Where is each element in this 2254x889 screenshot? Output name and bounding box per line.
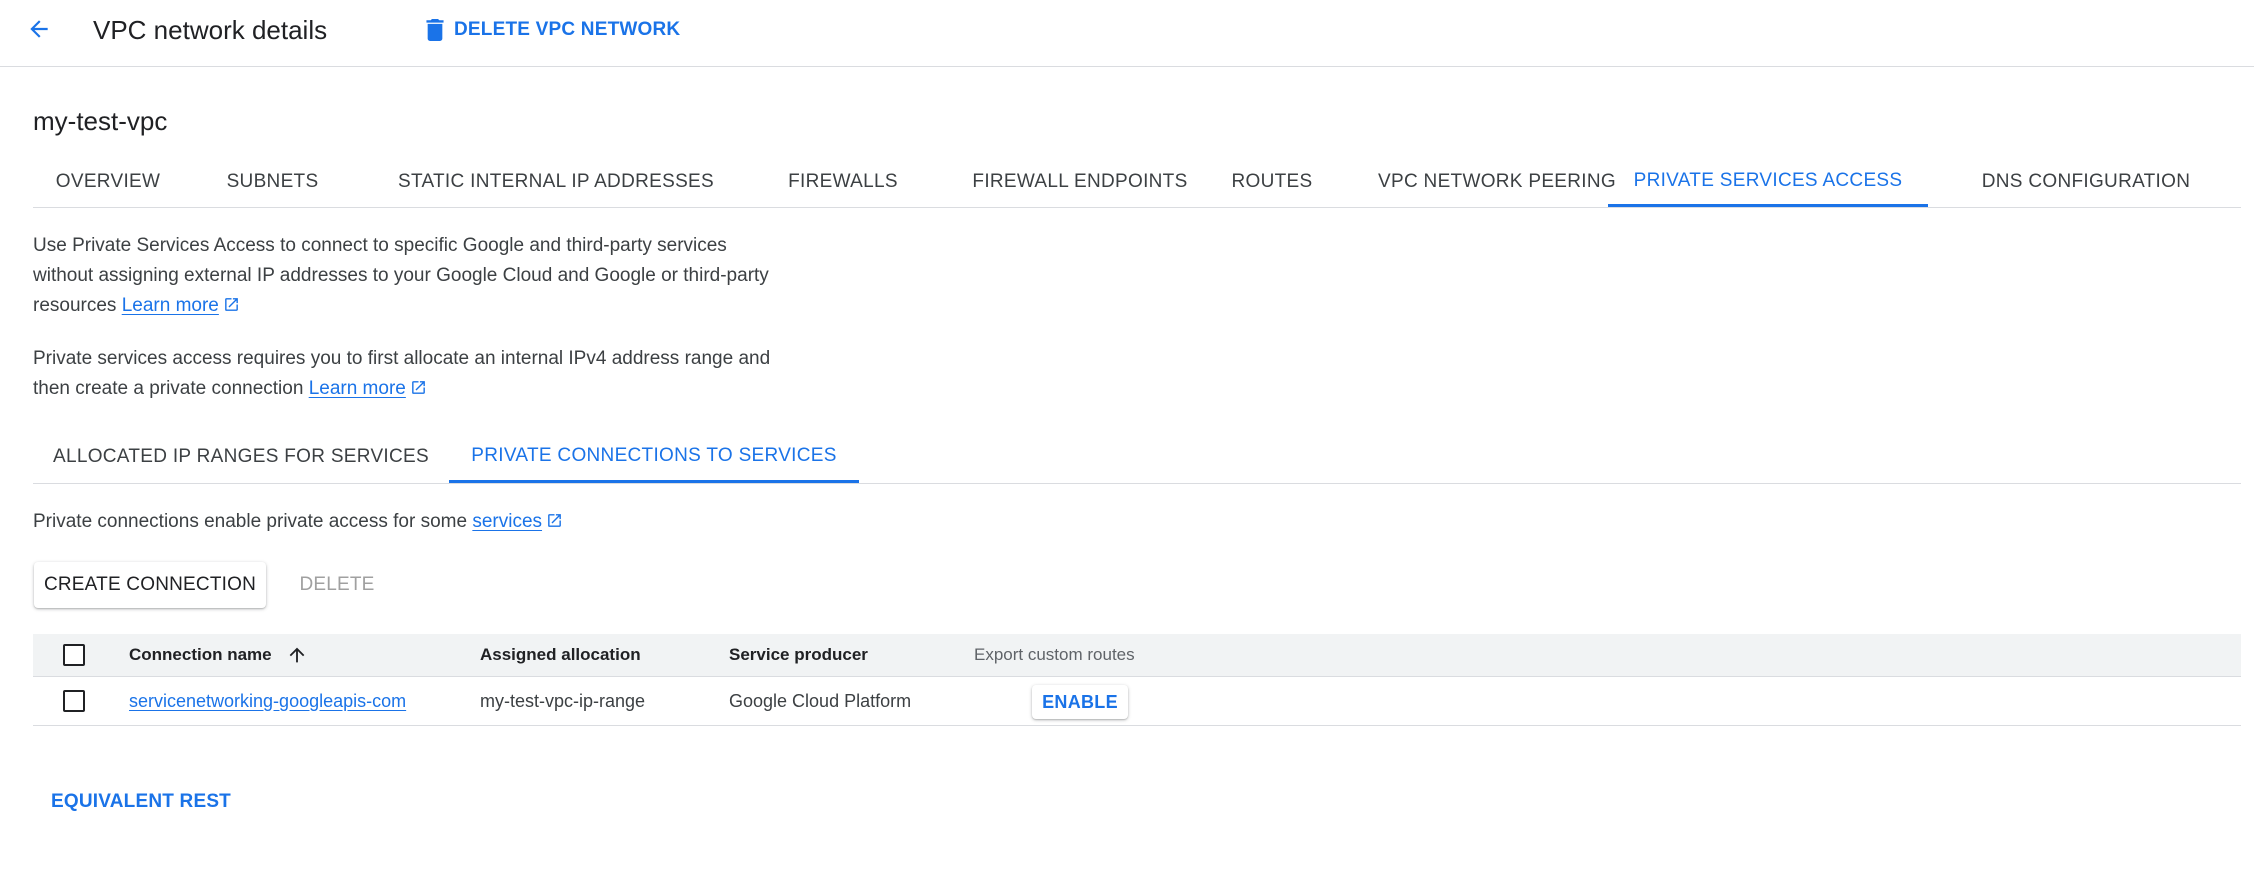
requirement-line-2-text: then create a private connection [33, 378, 304, 399]
connection-name-cell: servicenetworking-googleapis-com [129, 677, 406, 725]
tab-dns-configuration[interactable]: DNS CONFIGURATION [1936, 157, 2236, 207]
arrow-up-icon [289, 647, 304, 663]
network-name: my-test-vpc [33, 106, 168, 136]
intro-line-3-text: resources [33, 295, 117, 316]
connection-name-link[interactable]: servicenetworking-googleapis-com [129, 691, 406, 712]
services-link[interactable]: services [472, 511, 542, 532]
intro-description: Use Private Services Access to connect t… [33, 231, 853, 321]
requirement-line-1: Private services access requires you to … [33, 348, 771, 369]
enable-export-routes-button[interactable]: ENABLE [1032, 685, 1128, 719]
column-header-service-producer: Service producer [729, 645, 868, 664]
row-select-cell [63, 677, 85, 725]
service-producer-cell: Google Cloud Platform [729, 690, 912, 711]
tab-overview[interactable]: OVERVIEW [33, 157, 183, 207]
tab-private-services-access[interactable]: PRIVATE SERVICES ACCESS [1608, 157, 1928, 207]
learn-more-label: Learn more [308, 378, 406, 399]
back-button[interactable] [24, 14, 54, 44]
trash-icon [426, 19, 444, 41]
column-header-assigned-allocation: Assigned allocation [480, 645, 641, 664]
tab-static-internal-ip-addresses[interactable]: STATIC INTERNAL IP ADDRESSES [368, 157, 744, 207]
page-title: VPC network details [93, 15, 328, 45]
external-link-icon [225, 298, 238, 311]
row-checkbox[interactable] [63, 690, 85, 712]
requirement-description: Private services access requires you to … [33, 344, 853, 404]
equivalent-rest-button[interactable]: EQUIVALENT REST [51, 791, 231, 813]
assigned-allocation-cell: my-test-vpc-ip-range [480, 690, 646, 711]
main-tab-bar: OVERVIEW SUBNETS STATIC INTERNAL IP ADDR… [33, 157, 2241, 208]
table-row: servicenetworking-googleapis-com my-test… [33, 677, 2241, 726]
learn-more-link[interactable]: Learn more [122, 295, 219, 316]
requirement-line-2: then create a private connection Learn m… [33, 374, 853, 404]
learn-more-link[interactable]: Learn more [309, 378, 406, 399]
tab-firewall-endpoints[interactable]: FIREWALL ENDPOINTS [930, 157, 1230, 207]
intro-line-1: Use Private Services Access to connect t… [33, 235, 727, 256]
external-link-icon [411, 381, 425, 394]
tab-allocated-ip-ranges[interactable]: ALLOCATED IP RANGES FOR SERVICES [33, 431, 449, 483]
table-header: Connection name Assigned allocation Serv… [33, 634, 2241, 677]
delete-vpc-network-label: DELETE VPC NETWORK [454, 19, 681, 40]
connections-note: Private connections enable private acces… [33, 507, 853, 537]
tab-subnets[interactable]: SUBNETS [201, 157, 344, 207]
page-header [0, 0, 2254, 67]
select-all-cell [63, 634, 85, 676]
intro-line-3: resources Learn more [33, 291, 853, 321]
sub-tab-bar: ALLOCATED IP RANGES FOR SERVICES PRIVATE… [33, 431, 2241, 484]
arrow-back-icon [30, 20, 48, 38]
create-connection-button[interactable]: CREATE CONNECTION [34, 562, 266, 608]
column-header-connection-name[interactable]: Connection name [129, 634, 308, 676]
learn-more-label: Learn more [121, 295, 219, 316]
external-link-icon [548, 514, 561, 527]
intro-line-2: without assigning external IP addresses … [33, 265, 769, 286]
column-header-label: Connection name [129, 645, 272, 664]
delete-button: DELETE [299, 574, 375, 595]
connections-table: Connection name Assigned allocation Serv… [33, 634, 2241, 726]
connections-note-text: Private connections enable private acces… [33, 511, 468, 532]
tab-routes[interactable]: ROUTES [1199, 157, 1345, 207]
column-header-export-custom-routes: Export custom routes [974, 645, 1135, 664]
services-link-label: services [472, 511, 543, 532]
delete-vpc-network-button[interactable]: DELETE VPC NETWORK [426, 17, 680, 43]
tab-firewalls[interactable]: FIREWALLS [758, 157, 928, 207]
tab-private-connections[interactable]: PRIVATE CONNECTIONS TO SERVICES [449, 431, 859, 483]
select-all-checkbox[interactable] [63, 644, 85, 666]
